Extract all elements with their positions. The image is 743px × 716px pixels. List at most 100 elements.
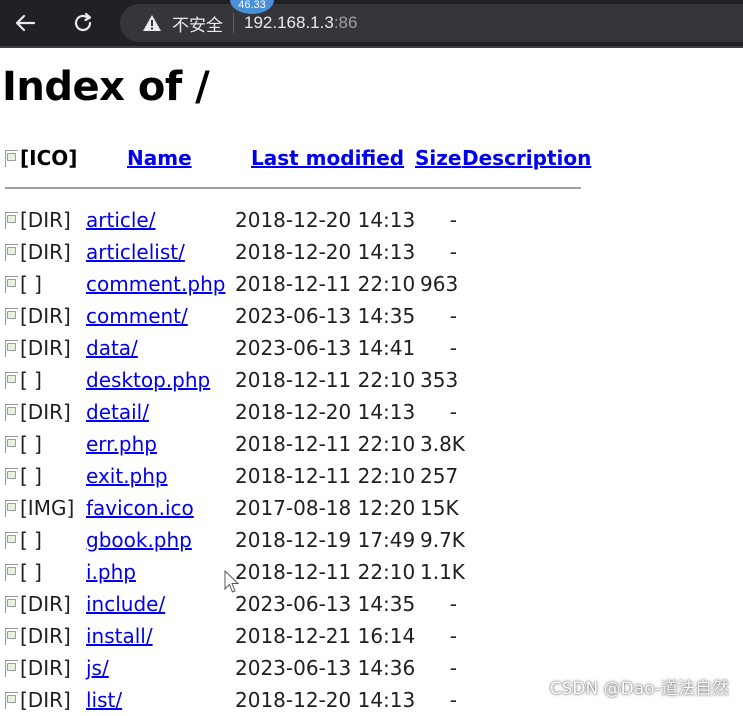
last-modified: 2018-12-20 14:13 <box>235 688 416 712</box>
file-link[interactable]: articlelist/ <box>86 236 185 268</box>
table-row: [IMG] favicon.ico 2017-08-18 12:20 15K <box>0 492 743 524</box>
last-modified: 2018-12-19 17:49 <box>235 528 416 552</box>
file-link[interactable]: gbook.php <box>86 524 192 556</box>
file-type-label: [IMG] <box>20 496 75 520</box>
file-type-icon: [ ] <box>5 524 42 556</box>
file-link[interactable]: article/ <box>86 204 155 236</box>
browser-toolbar: 不安全 192.168.1.3:86 46.33 <box>0 0 743 48</box>
file-link[interactable]: include/ <box>86 588 165 620</box>
file-type-label: [DIR] <box>20 400 71 424</box>
broken-image-icon <box>5 150 18 167</box>
broken-image-icon <box>5 244 18 261</box>
file-size: 3.8K <box>420 432 465 456</box>
file-size: 257 <box>420 464 459 488</box>
broken-image-icon <box>5 276 18 293</box>
last-modified: 2023-06-13 14:35 <box>235 592 416 616</box>
file-size: - <box>449 304 457 328</box>
file-link[interactable]: i.php <box>86 556 136 588</box>
broken-image-icon <box>5 532 18 549</box>
broken-image-icon <box>5 340 18 357</box>
table-row: [ ] exit.php 2018-12-11 22:10 257 <box>0 460 743 492</box>
page-title: Index of / <box>2 64 210 110</box>
file-type-label: [ ] <box>20 464 42 488</box>
url-text[interactable]: 192.168.1.3:86 <box>244 13 357 33</box>
broken-image-icon <box>5 404 18 421</box>
file-link[interactable]: install/ <box>86 620 153 652</box>
file-link[interactable]: js/ <box>86 652 109 684</box>
table-row: [DIR] data/2023-06-13 14:41 - <box>0 332 743 364</box>
file-size: - <box>449 400 457 424</box>
file-type-label: [DIR] <box>20 656 71 680</box>
broken-image-icon <box>5 372 18 389</box>
warning-icon <box>143 15 161 31</box>
file-type-label: [DIR] <box>20 304 71 328</box>
url-host: 192.168.1.3 <box>244 13 334 32</box>
sort-by-modified-link[interactable]: Last modified <box>251 146 404 170</box>
file-type-label: [DIR] <box>20 208 71 232</box>
sort-by-size-link[interactable]: Size <box>415 146 461 170</box>
broken-image-icon <box>5 308 18 325</box>
file-type-label: [ ] <box>20 368 42 392</box>
header-divider <box>5 187 581 189</box>
watermark: CSDN @Dao-道法自然 <box>549 679 729 699</box>
file-link[interactable]: favicon.ico <box>86 492 194 524</box>
last-modified: 2018-12-20 14:13 <box>235 208 416 232</box>
file-type-icon: [DIR] <box>5 204 71 236</box>
last-modified: 2018-12-11 22:10 <box>235 464 416 488</box>
table-row: [DIR] include/2023-06-13 14:35 - <box>0 588 743 620</box>
file-type-label: [DIR] <box>20 592 71 616</box>
security-label[interactable]: 不安全 <box>172 11 223 36</box>
file-size: 353 <box>420 368 459 392</box>
back-button[interactable] <box>10 8 40 38</box>
file-link[interactable]: list/ <box>86 684 122 716</box>
file-type-label: [DIR] <box>20 240 71 264</box>
last-modified: 2023-06-13 14:41 <box>235 336 416 360</box>
file-type-icon: [ ] <box>5 364 42 396</box>
broken-image-icon <box>5 500 18 517</box>
file-type-icon: [DIR] <box>5 652 71 684</box>
table-row: [ ] desktop.php 2018-12-11 22:10 353 <box>0 364 743 396</box>
last-modified: 2017-08-18 12:20 <box>235 496 416 520</box>
file-type-icon: [DIR] <box>5 396 71 428</box>
file-link[interactable]: desktop.php <box>86 364 210 396</box>
sort-by-description-link[interactable]: Description <box>462 146 591 170</box>
last-modified: 2023-06-13 14:36 <box>235 656 416 680</box>
table-row: [DIR] comment/2023-06-13 14:35 - <box>0 300 743 332</box>
file-size: - <box>449 336 457 360</box>
file-link[interactable]: comment/ <box>86 300 188 332</box>
file-size: - <box>449 592 457 616</box>
file-type-icon: [DIR] <box>5 300 71 332</box>
file-link[interactable]: detail/ <box>86 396 149 428</box>
file-link[interactable]: comment.php <box>86 268 225 300</box>
file-type-label: [ ] <box>20 272 42 296</box>
file-link[interactable]: data/ <box>86 332 138 364</box>
header-icon: [ICO] <box>5 146 77 170</box>
table-row: [DIR] detail/2018-12-20 14:13 - <box>0 396 743 428</box>
file-size: - <box>449 656 457 680</box>
table-row: [DIR] install/2018-12-21 16:14 - <box>0 620 743 652</box>
file-link[interactable]: exit.php <box>86 460 168 492</box>
file-size: - <box>449 240 457 264</box>
reload-button[interactable] <box>68 8 98 38</box>
file-type-icon: [ ] <box>5 428 42 460</box>
file-type-icon: [DIR] <box>5 684 71 716</box>
file-type-label: [DIR] <box>20 336 71 360</box>
file-type-label: [DIR] <box>20 688 71 712</box>
table-row: [DIR] article/2018-12-20 14:13 - <box>0 204 743 236</box>
last-modified: 2018-12-20 14:13 <box>235 240 416 264</box>
file-link[interactable]: err.php <box>86 428 157 460</box>
sort-by-name-link[interactable]: Name <box>127 146 192 170</box>
last-modified: 2018-12-20 14:13 <box>235 400 416 424</box>
broken-image-icon <box>5 564 18 581</box>
broken-image-icon <box>5 212 18 229</box>
address-bar[interactable]: 不安全 192.168.1.3:86 <box>120 4 743 42</box>
back-arrow-icon <box>15 14 36 32</box>
file-size: - <box>449 624 457 648</box>
broken-image-icon <box>5 436 18 453</box>
file-size: - <box>449 208 457 232</box>
file-size: 963 <box>420 272 459 296</box>
file-type-icon: [ ] <box>5 460 42 492</box>
file-size: - <box>449 688 457 712</box>
file-type-icon: [DIR] <box>5 588 71 620</box>
last-modified: 2018-12-11 22:10 <box>235 560 416 584</box>
